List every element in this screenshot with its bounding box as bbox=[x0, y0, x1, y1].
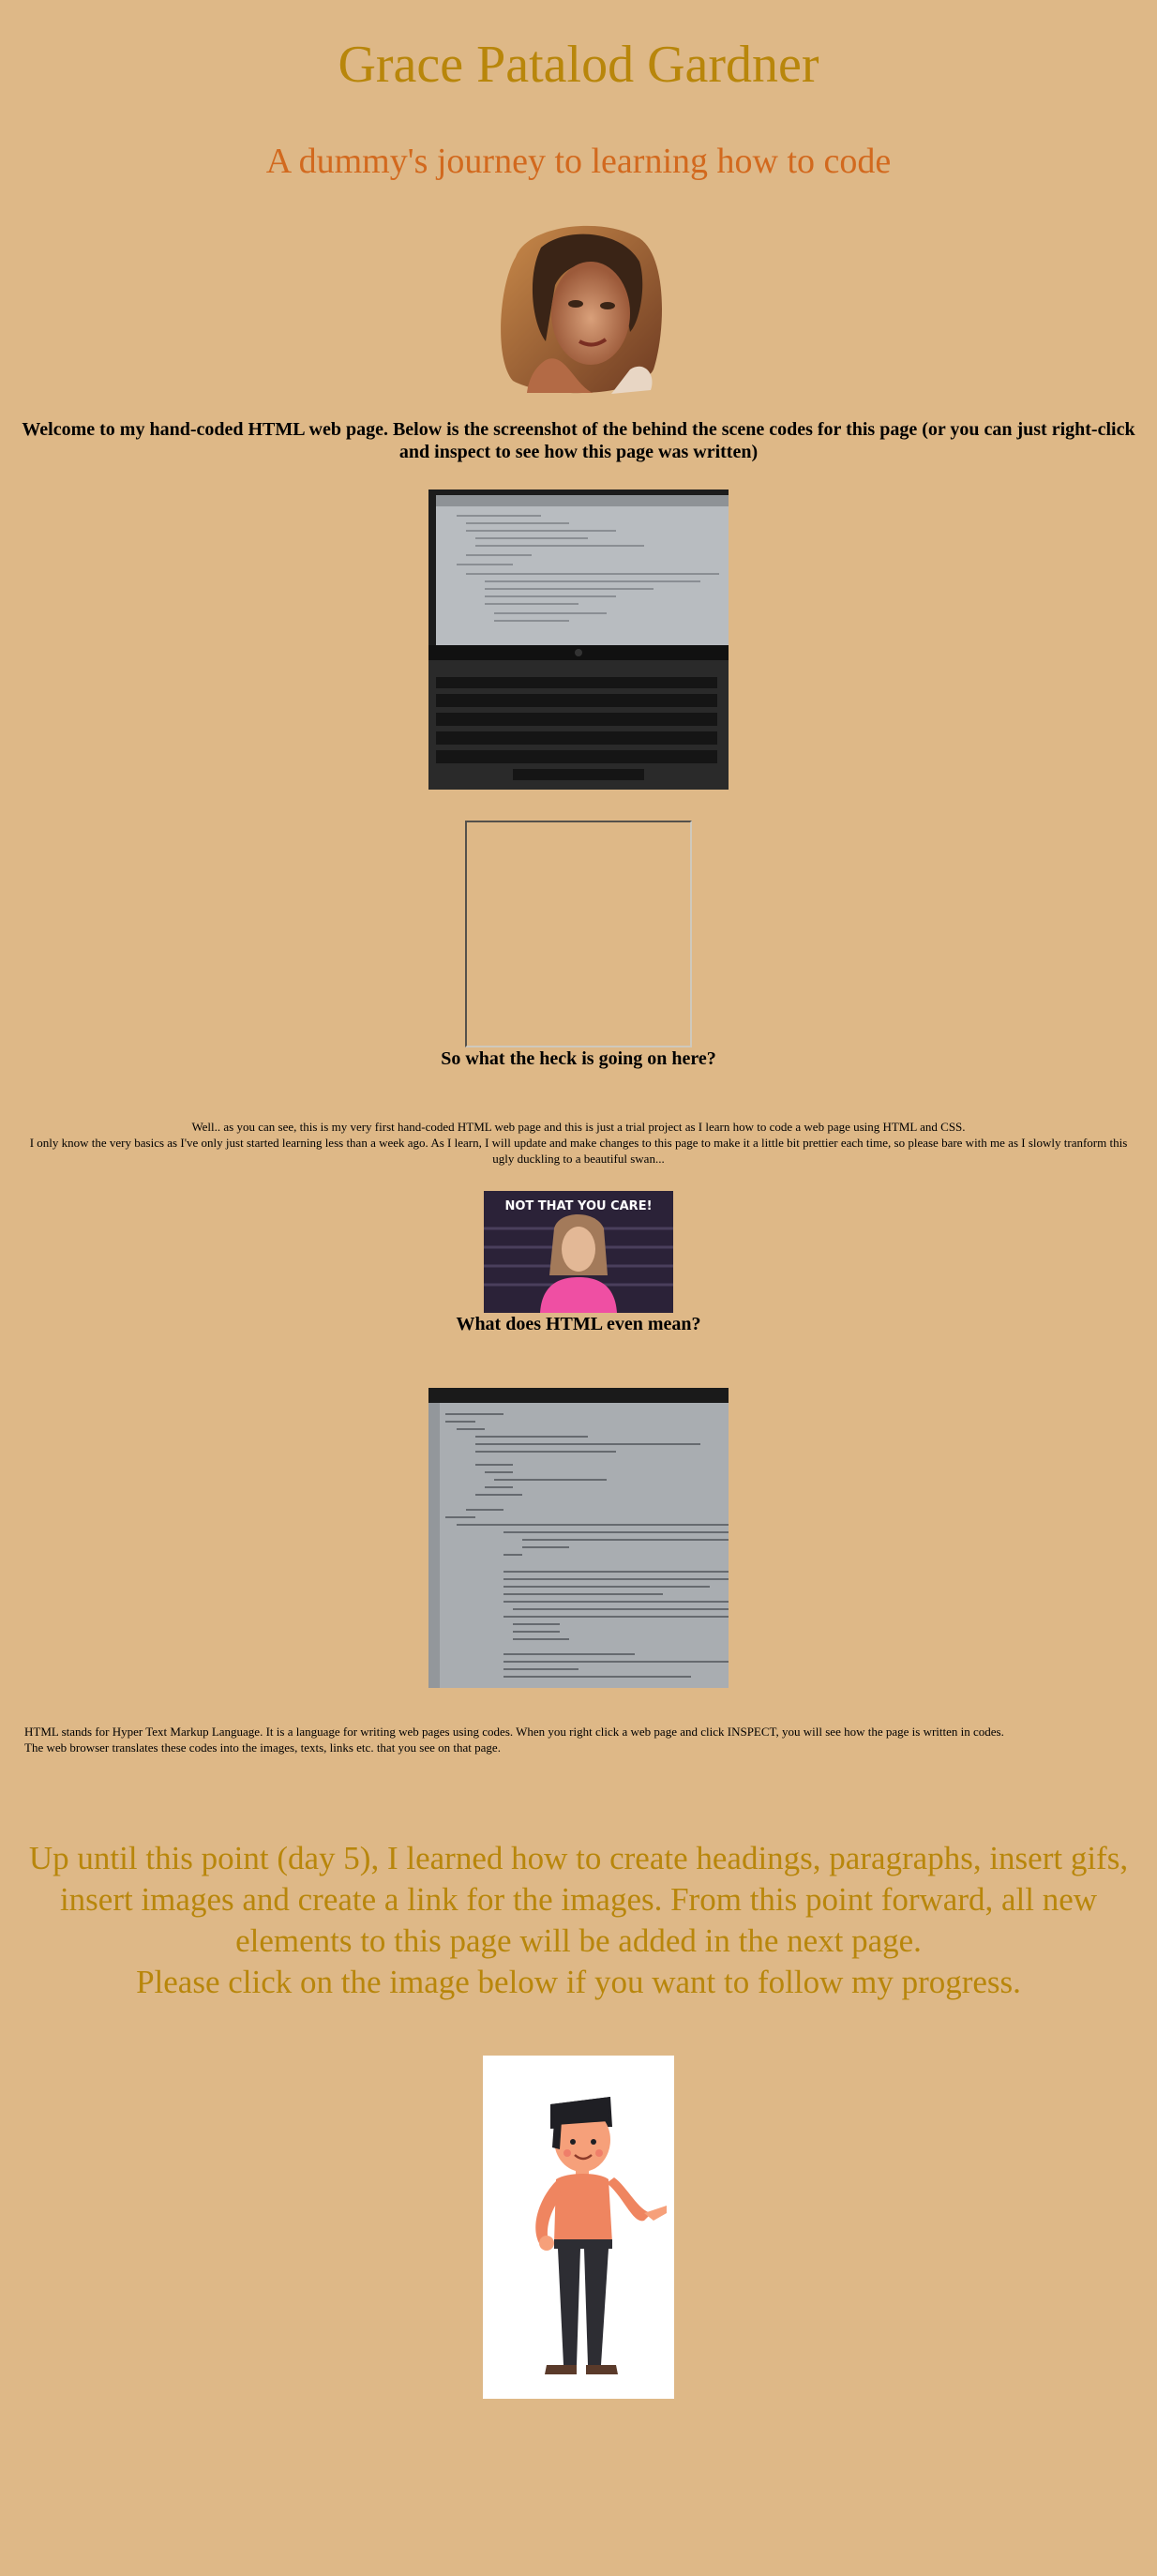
welcome-text: Welcome to my hand-coded HTML web page. … bbox=[22, 419, 1135, 462]
profile-photo bbox=[489, 219, 668, 398]
intro-paragraph-line-1: Well.. as you can see, this is my very f… bbox=[191, 1120, 966, 1134]
page-title: Grace Patalod Gardner bbox=[338, 36, 819, 94]
progress-note: Up until this point (day 5), I learned h… bbox=[24, 1838, 1133, 2003]
progress-note-line-1: Up until this point (day 5), I learned h… bbox=[28, 1840, 1129, 1959]
progress-note-line-2: Please click on the image below if you w… bbox=[136, 1964, 1021, 2000]
page-subtitle: A dummy's journey to learning how to cod… bbox=[265, 142, 892, 181]
html-definition-paragraph: HTML stands for Hyper Text Markup Langua… bbox=[24, 1724, 1133, 1755]
broken-image-placeholder bbox=[465, 821, 692, 1047]
intro-paragraph-line-2: I only know the very basics as I've only… bbox=[29, 1136, 1128, 1166]
code-editor-photo bbox=[428, 1388, 729, 1688]
intro-paragraph: Well.. as you can see, this is my very f… bbox=[19, 1119, 1138, 1167]
gif-caption-text: NOT THAT YOU CARE! bbox=[504, 1199, 652, 1213]
laptop-code-screenshot bbox=[428, 490, 729, 790]
not-that-you-care-gif: NOT THAT YOU CARE! bbox=[484, 1191, 673, 1313]
html-definition-line-1: HTML stands for Hyper Text Markup Langua… bbox=[24, 1725, 1004, 1739]
section-heading-whats-going-on: So what the heck is going on here? bbox=[441, 1048, 716, 1069]
next-page-avatar-link[interactable] bbox=[483, 2056, 674, 2399]
section-heading-html-meaning: What does HTML even mean? bbox=[456, 1314, 701, 1334]
html-definition-line-2: The web browser translates these codes i… bbox=[24, 1740, 501, 1755]
cartoon-man-pointing-icon bbox=[483, 2056, 674, 2399]
